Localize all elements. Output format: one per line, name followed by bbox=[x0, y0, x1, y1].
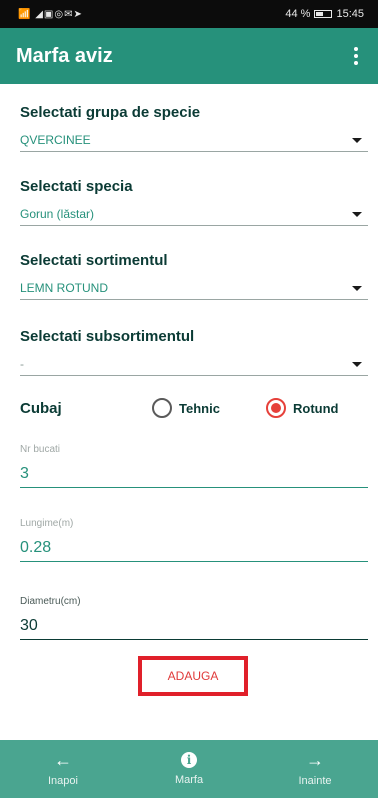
nav-back[interactable]: ← Inapoi bbox=[0, 740, 126, 798]
more-vert-icon[interactable] bbox=[348, 41, 364, 71]
subassortment-select[interactable]: - bbox=[20, 352, 368, 376]
cubaj-radio-group: Cubaj Tehnic Rotund bbox=[20, 398, 368, 422]
radio-tehnic[interactable]: Tehnic bbox=[152, 398, 220, 418]
nav-marfa-label: Marfa bbox=[174, 774, 204, 786]
radio-rotund[interactable]: Rotund bbox=[266, 398, 338, 418]
pieces-field[interactable]: Nr bucati 3 bbox=[20, 444, 368, 488]
subassortment-value: - bbox=[20, 357, 24, 371]
form: Selectati grupa de specie QVERCINEE Sele… bbox=[0, 84, 378, 740]
subassortment-label: Selectati subsortimentul bbox=[20, 328, 195, 345]
clock: 15:45 bbox=[336, 8, 364, 20]
radio-unchecked-icon bbox=[152, 398, 172, 418]
dropdown-arrow-icon bbox=[352, 138, 362, 143]
dropdown-arrow-icon bbox=[352, 362, 362, 367]
diameter-hint: Diametru(cm) bbox=[20, 596, 81, 607]
length-hint: Lungime(m) bbox=[20, 518, 74, 529]
diameter-field[interactable]: Diametru(cm) 30 bbox=[20, 596, 368, 640]
nav-back-label: Inapoi bbox=[48, 775, 78, 787]
species-group-value: QVERCINEE bbox=[20, 133, 91, 147]
species-label: Selectati specia bbox=[20, 178, 133, 195]
radio-checked-icon bbox=[266, 398, 286, 418]
length-input[interactable]: 0.28 bbox=[20, 539, 368, 562]
assortment-select[interactable]: LEMN ROTUND bbox=[20, 276, 368, 300]
arrow-left-icon: ← bbox=[54, 750, 72, 770]
info-icon: i bbox=[181, 752, 197, 768]
status-icons: 📶 ◢▣◎✉➤ bbox=[18, 9, 83, 20]
species-select[interactable]: Gorun (lăstar) bbox=[20, 202, 368, 226]
pieces-hint: Nr bucati bbox=[20, 444, 61, 455]
battery-icon bbox=[314, 10, 333, 18]
species-value: Gorun (lăstar) bbox=[20, 207, 95, 221]
status-bar: 📶 ◢▣◎✉➤ 44 % 15:45 bbox=[0, 0, 378, 28]
radio-tehnic-label: Tehnic bbox=[179, 400, 220, 416]
app-bar: Marfa aviz bbox=[0, 28, 378, 84]
status-right: 44 % 15:45 bbox=[285, 8, 364, 20]
nav-next-label: Inainte bbox=[298, 775, 332, 787]
cubaj-label: Cubaj bbox=[20, 400, 62, 417]
radio-rotund-label: Rotund bbox=[293, 400, 339, 416]
pieces-input[interactable]: 3 bbox=[20, 465, 368, 488]
battery-percent: 44 % bbox=[285, 8, 311, 20]
species-group-label: Selectati grupa de specie bbox=[20, 104, 201, 121]
arrow-right-icon: → bbox=[306, 750, 324, 770]
dropdown-arrow-icon bbox=[352, 286, 362, 291]
nav-next[interactable]: → Inainte bbox=[252, 740, 378, 798]
length-field[interactable]: Lungime(m) 0.28 bbox=[20, 518, 368, 562]
assortment-label: Selectati sortimentul bbox=[20, 252, 168, 269]
diameter-input[interactable]: 30 bbox=[20, 617, 368, 640]
nav-marfa[interactable]: i Marfa bbox=[126, 740, 252, 798]
species-group-select[interactable]: QVERCINEE bbox=[20, 128, 368, 152]
notification-icons: 📶 ◢▣◎✉➤ bbox=[18, 8, 83, 20]
dropdown-arrow-icon bbox=[352, 212, 362, 217]
assortment-value: LEMN ROTUND bbox=[20, 281, 109, 295]
bottom-nav: ← Inapoi i Marfa → Inainte bbox=[0, 740, 378, 798]
add-button[interactable]: ADAUGA bbox=[138, 656, 248, 696]
page-title: Marfa aviz bbox=[16, 44, 113, 67]
